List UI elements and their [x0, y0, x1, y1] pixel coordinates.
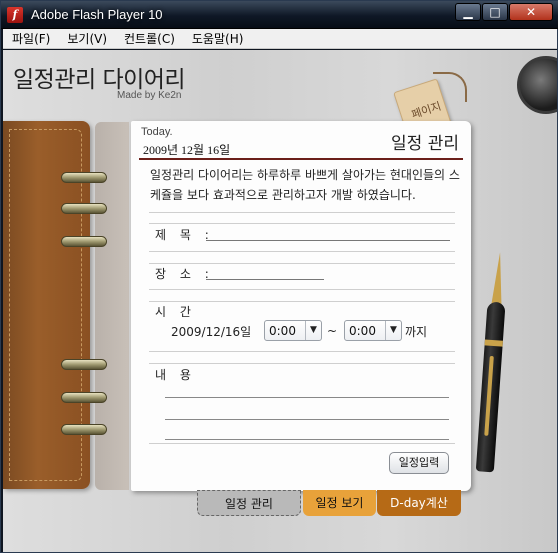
- place-input[interactable]: [206, 264, 324, 280]
- ruled-line: [149, 251, 455, 252]
- ruled-line: [149, 301, 455, 302]
- app-credit: Made by Ke2n: [117, 90, 182, 101]
- submit-schedule-button[interactable]: 일정입력: [389, 452, 449, 474]
- ruled-line: [149, 351, 455, 352]
- pen-band: [484, 339, 503, 347]
- heading-divider: [139, 158, 463, 160]
- flash-player-window: f Adobe Flash Player 10 ▁ □ ✕ 파일(F) 보기(V…: [0, 0, 558, 553]
- start-time-select[interactable]: 0:00 ▼: [264, 320, 322, 341]
- title-label: 제 목 :: [155, 228, 214, 242]
- window-controls: ▁ □ ✕: [455, 3, 553, 21]
- binder-ring: [61, 359, 107, 370]
- schedule-date: 2009/12/16일: [171, 325, 252, 339]
- page-heading: 일정 관리: [391, 134, 459, 154]
- place-label: 장 소 :: [155, 267, 214, 281]
- ruled-line: [149, 443, 455, 444]
- title-bar: f Adobe Flash Player 10 ▁ □ ✕: [1, 1, 558, 29]
- menu-control[interactable]: 컨트롤(C): [115, 30, 183, 47]
- time-separator: ~: [327, 324, 338, 338]
- binder-ring: [61, 203, 107, 214]
- close-button[interactable]: ✕: [509, 3, 553, 21]
- content-label: 내 용: [155, 368, 196, 382]
- title-input[interactable]: [206, 225, 450, 241]
- tab-dday-calc[interactable]: D-day계산: [377, 490, 461, 516]
- maximize-button[interactable]: □: [482, 3, 508, 21]
- tab-schedule-view[interactable]: 일정 보기: [303, 490, 376, 516]
- time-label: 시 간: [155, 305, 196, 319]
- menu-bar: 파일(F) 보기(V) 컨트롤(C) 도움말(H): [3, 29, 557, 49]
- until-label: 까지: [405, 325, 428, 339]
- binder-ring: [61, 236, 107, 247]
- end-time-value: 0:00: [349, 324, 376, 338]
- intro-text: 일정관리 다이어리는 하루하루 바쁘게 살아가는 현대인들의 스케쥴을 보다 효…: [150, 168, 460, 202]
- today-label: Today.: [141, 126, 173, 138]
- end-time-select[interactable]: 0:00 ▼: [344, 320, 402, 341]
- menu-help[interactable]: 도움말(H): [183, 30, 252, 47]
- pen-nib: [491, 251, 506, 305]
- content-input-line-2[interactable]: [165, 419, 449, 420]
- app-canvas: 일정관리 다이어리 Made by Ke2n 페이지 Today. 2009년 …: [3, 50, 557, 552]
- watch-image: [517, 56, 557, 114]
- ruled-line: [149, 223, 455, 224]
- content-input-line-3[interactable]: [165, 439, 449, 440]
- chevron-down-icon[interactable]: ▼: [385, 321, 401, 340]
- menu-file[interactable]: 파일(F): [3, 30, 58, 47]
- ruled-line: [149, 363, 455, 364]
- binder-ring: [61, 424, 107, 435]
- ruled-line: [149, 212, 455, 213]
- window-title: Adobe Flash Player 10: [31, 7, 163, 22]
- tab-schedule-manage[interactable]: 일정 관리: [197, 490, 301, 516]
- flash-app-icon: f: [7, 7, 23, 23]
- chevron-down-icon[interactable]: ▼: [305, 321, 321, 340]
- current-date: 2009년 12월 16일: [143, 143, 231, 157]
- fountain-pen-image: [471, 251, 513, 484]
- app-title: 일정관리 다이어리: [13, 67, 186, 93]
- minimize-button[interactable]: ▁: [455, 3, 481, 21]
- start-time-value: 0:00: [269, 324, 296, 338]
- ruled-line: [149, 289, 455, 290]
- content-input-line-1[interactable]: [165, 397, 449, 398]
- diary-page: Today. 2009년 12월 16일 일정 관리 일정관리 다이어리는 하루…: [131, 121, 471, 491]
- binder-ring: [61, 172, 107, 183]
- menu-view[interactable]: 보기(V): [58, 30, 115, 47]
- binder-ring: [61, 392, 107, 403]
